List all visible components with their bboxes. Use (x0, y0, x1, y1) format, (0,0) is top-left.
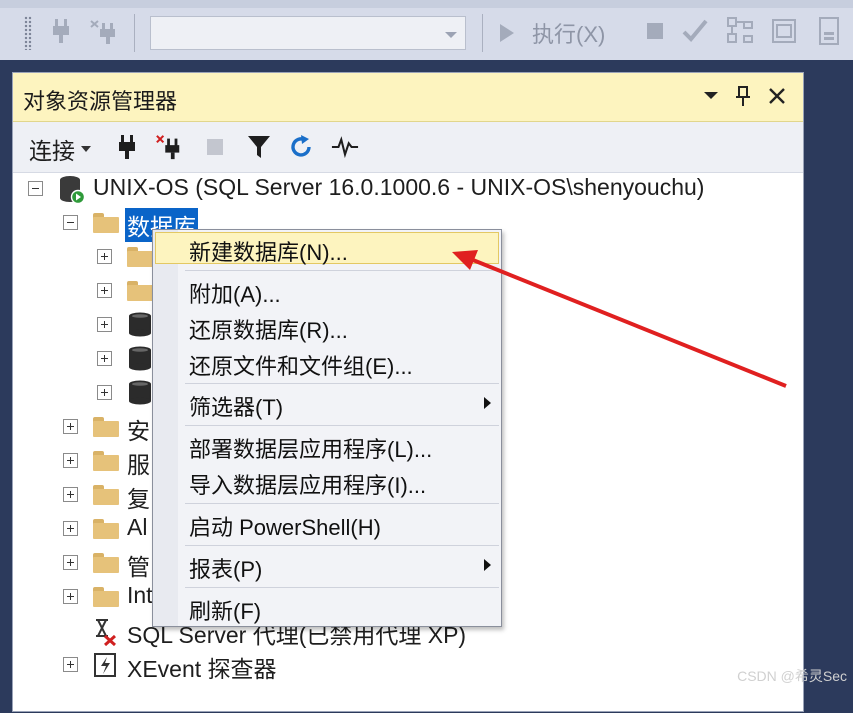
annotation-arrow (452, 250, 787, 388)
watermark: CSDN @希灵Sec (737, 668, 847, 684)
arrow-line (467, 256, 787, 388)
